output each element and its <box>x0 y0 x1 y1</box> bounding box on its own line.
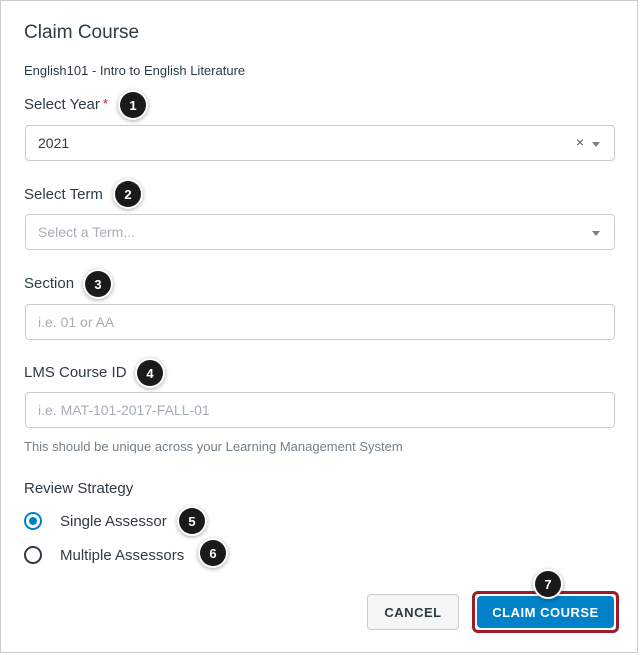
select-year-value: 2021 <box>38 135 70 151</box>
lms-course-id-label: LMS Course ID <box>24 364 127 381</box>
callout-badge-1: 1 <box>120 92 146 118</box>
section-field[interactable] <box>25 304 615 340</box>
chevron-down-icon[interactable] <box>592 142 600 147</box>
cancel-button[interactable]: CANCEL <box>367 594 459 630</box>
callout-badge-2: 2 <box>115 181 141 207</box>
lms-course-id-hint: This should be unique across your Learni… <box>24 439 403 454</box>
lms-course-id-input[interactable] <box>26 393 614 427</box>
lms-course-id-field[interactable] <box>25 392 615 428</box>
radio-button-checked[interactable] <box>24 512 42 530</box>
clear-selection-icon[interactable]: × <box>576 134 584 150</box>
radio-button-unchecked[interactable] <box>24 546 42 564</box>
select-year-label: Select Year * <box>24 96 108 113</box>
claim-course-button[interactable]: CLAIM COURSE <box>477 596 614 628</box>
dialog-title: Claim Course <box>24 22 140 43</box>
select-term-placeholder: Select a Term... <box>38 224 136 240</box>
callout-badge-6: 6 <box>200 540 226 566</box>
radio-label-single-assessor[interactable]: Single Assessor <box>60 513 167 530</box>
course-name: English101 - Intro to English Literature <box>24 63 246 78</box>
review-strategy-label: Review Strategy <box>24 480 134 497</box>
section-label: Section <box>24 275 75 292</box>
select-term-dropdown[interactable]: Select a Term... <box>25 214 615 250</box>
select-year-label-text: Select Year <box>24 96 100 113</box>
callout-badge-3: 3 <box>85 271 111 297</box>
required-asterisk: * <box>102 96 108 111</box>
chevron-down-icon[interactable] <box>592 231 600 236</box>
section-input[interactable] <box>26 305 614 339</box>
callout-badge-7: 7 <box>535 571 561 597</box>
radio-label-multiple-assessors[interactable]: Multiple Assessors <box>60 547 184 564</box>
select-year-dropdown[interactable]: 2021 × <box>25 125 615 161</box>
callout-badge-4: 4 <box>137 360 163 386</box>
callout-badge-5: 5 <box>179 508 205 534</box>
select-term-label: Select Term <box>24 186 103 203</box>
